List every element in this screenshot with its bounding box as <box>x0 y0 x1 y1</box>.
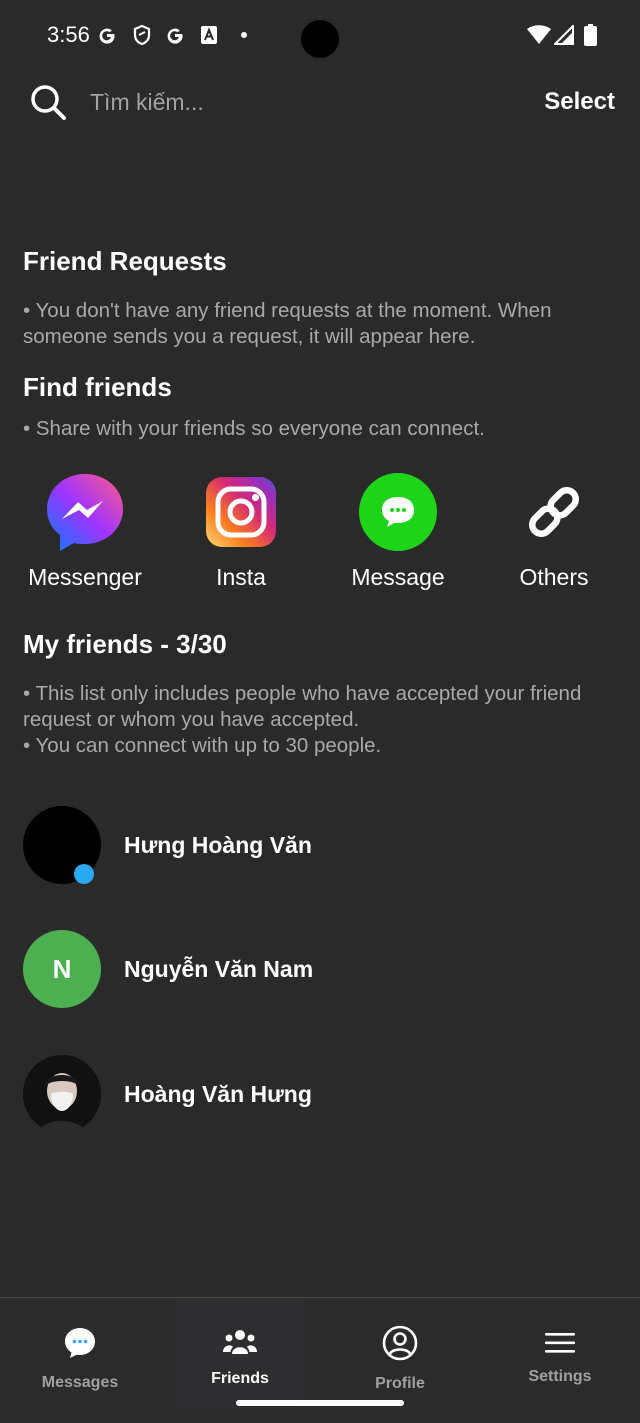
signal-icon <box>554 22 574 48</box>
status-bar: 3:56 <box>0 0 640 70</box>
avatar: N <box>23 930 101 1008</box>
nav-label: Profile <box>375 1375 425 1392</box>
friend-name: Hưng Hoàng Văn <box>124 832 312 858</box>
share-instagram[interactable]: Insta <box>161 472 321 590</box>
share-label: Insta <box>216 564 266 590</box>
nav-settings[interactable]: Settings <box>495 1298 625 1408</box>
home-indicator <box>236 1400 404 1406</box>
share-others[interactable]: Others <box>474 472 634 590</box>
share-label: Others <box>519 564 589 590</box>
friend-name: Nguyễn Văn Nam <box>124 956 314 982</box>
share-message[interactable]: Message <box>318 472 478 590</box>
avatar-initial: N <box>52 953 72 984</box>
google-icon <box>96 22 118 48</box>
avatar <box>23 1055 101 1133</box>
menu-icon <box>545 1332 575 1359</box>
camera-cutout <box>301 20 339 58</box>
friend-requests-title: Friend Requests <box>23 246 227 276</box>
dot-icon <box>240 22 248 48</box>
find-friends-title: Find friends <box>23 372 172 402</box>
nav-label: Messages <box>41 1374 119 1391</box>
online-status-dot <box>74 864 94 884</box>
find-friends-text: • Share with your friends so everyone ca… <box>23 417 485 440</box>
instagram-icon <box>201 472 281 552</box>
shield-icon <box>131 22 153 48</box>
nav-label: Settings <box>528 1368 592 1385</box>
chat-bubble-icon <box>63 1326 97 1365</box>
a-icon <box>200 22 218 48</box>
share-messenger[interactable]: Messenger <box>5 472 165 590</box>
share-label: Messenger <box>28 564 142 590</box>
messenger-icon <box>45 472 125 552</box>
select-button[interactable]: Select <box>544 88 615 116</box>
status-time: 3:56 <box>47 22 90 47</box>
battery-icon <box>582 22 598 48</box>
friend-row[interactable]: N Nguyễn Văn Nam <box>0 930 640 1010</box>
friend-requests-text: • You don't have any friend requests at … <box>23 299 552 348</box>
wifi-icon <box>527 22 551 48</box>
search-input[interactable] <box>90 84 470 120</box>
my-friends-limit-text: • You can connect with up to 30 people. <box>23 734 382 757</box>
link-icon <box>514 472 594 552</box>
google-icon <box>164 22 186 48</box>
friend-row[interactable]: Hưng Hoàng Văn <box>0 806 640 886</box>
my-friends-text: • This list only includes people who hav… <box>23 682 582 731</box>
profile-icon <box>382 1325 418 1366</box>
share-label: Message <box>351 564 445 590</box>
search-icon[interactable] <box>28 82 68 122</box>
friend-row[interactable]: Hoàng Văn Hưng <box>0 1055 640 1135</box>
nav-label: Friends <box>211 1370 269 1387</box>
nav-profile[interactable]: Profile <box>335 1298 465 1408</box>
friend-name: Hoàng Văn Hưng <box>124 1081 312 1107</box>
my-friends-title: My friends - 3/30 <box>23 629 227 659</box>
nav-messages[interactable]: Messages <box>15 1298 145 1408</box>
friends-icon <box>223 1328 257 1361</box>
nav-friends[interactable]: Friends <box>175 1298 305 1408</box>
message-icon <box>358 472 438 552</box>
search-bar: Select <box>0 78 640 128</box>
